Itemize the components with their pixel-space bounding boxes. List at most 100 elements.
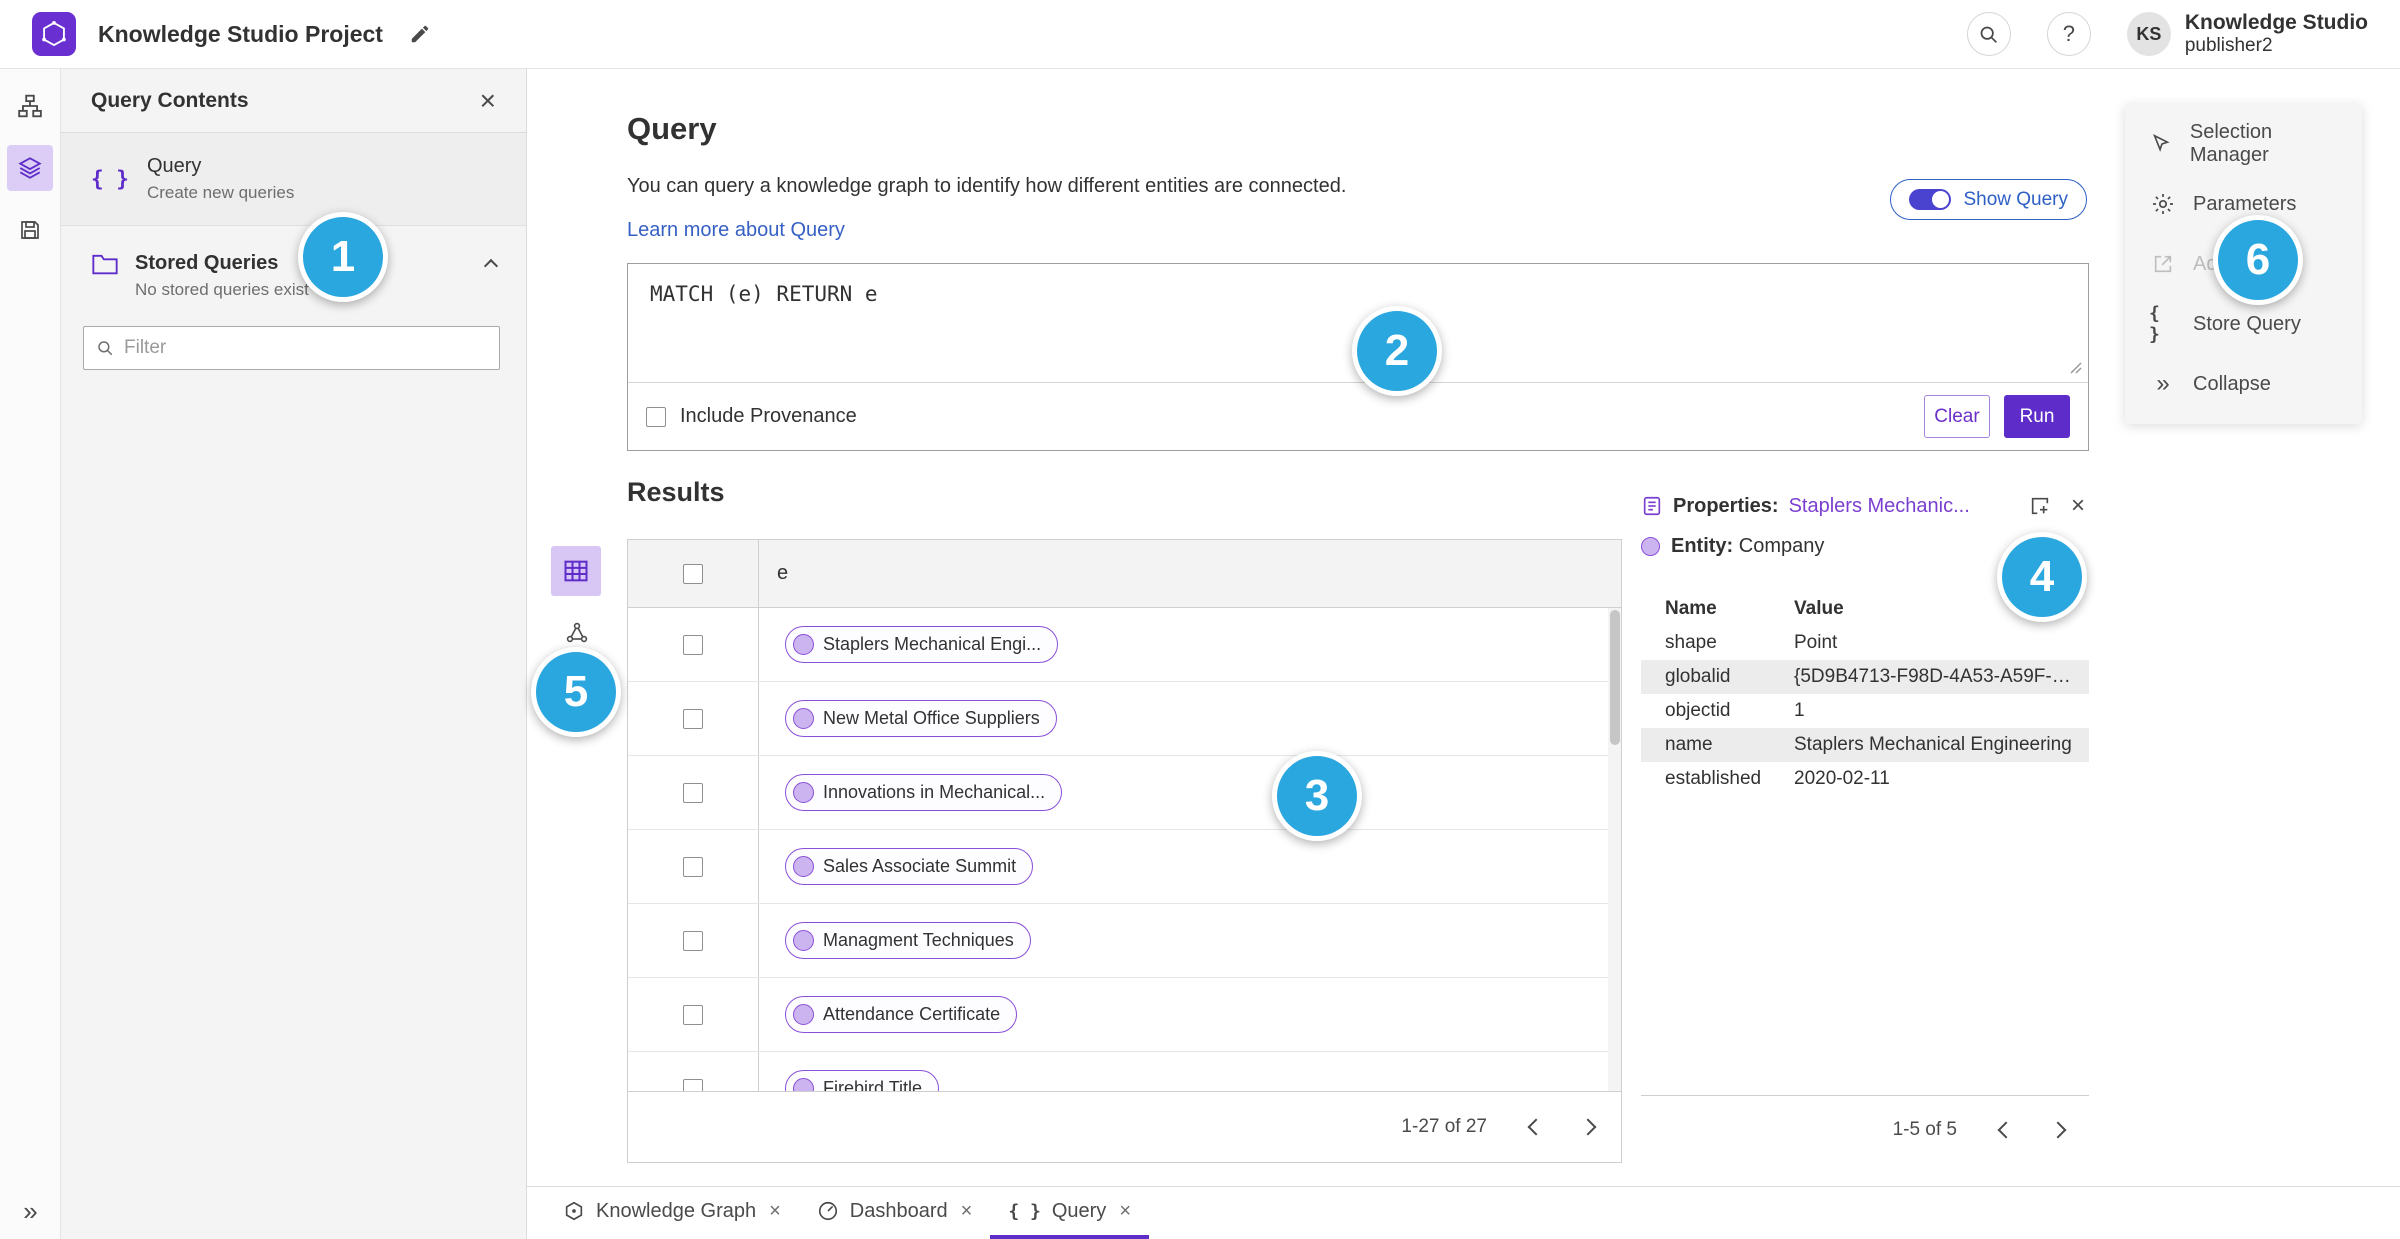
include-provenance-checkbox[interactable] <box>646 406 666 427</box>
add-to-selection-button[interactable] <box>2029 495 2051 517</box>
query-code-input[interactable]: MATCH (e) RETURN e <box>650 282 878 306</box>
tab-close-icon[interactable]: × <box>1119 1200 1131 1223</box>
select-all-checkbox[interactable] <box>683 563 703 584</box>
page-title: Query <box>627 111 717 146</box>
toggle-switch[interactable] <box>1909 189 1952 210</box>
help-button[interactable]: ? <box>2046 12 2091 56</box>
query-controls: Include Provenance Clear Run <box>628 382 2088 450</box>
braces-icon: { } <box>2149 303 2160 345</box>
properties-header: Properties: Staplers Mechanic... × <box>1641 490 2089 522</box>
results-rows: Staplers Mechanical Engi... New Metal Of… <box>628 608 1621 1091</box>
bottom-tab-bar: Knowledge Graph × Dashboard × { } Query … <box>527 1186 2400 1239</box>
search-button[interactable] <box>1966 12 2011 56</box>
filter-input[interactable] <box>124 337 487 359</box>
action-label: Store Query <box>2193 312 2301 335</box>
table-view-button[interactable] <box>551 546 601 596</box>
query-contents-rail-button[interactable] <box>7 145 53 191</box>
tab-close-icon[interactable]: × <box>961 1200 973 1223</box>
expand-rail-button[interactable]: » <box>0 1196 61 1227</box>
entity-dot-icon <box>793 856 814 877</box>
top-bar: Knowledge Studio Project ? KS Knowledge … <box>0 0 2400 69</box>
edit-title-icon[interactable] <box>409 23 431 45</box>
chevron-right-icon <box>1579 1118 1597 1136</box>
entity-pill[interactable]: Innovations in Mechanical... <box>785 774 1063 811</box>
table-row: Firebird Title <box>628 1052 1621 1091</box>
next-page-button[interactable] <box>2037 1109 2079 1151</box>
selected-entity-link[interactable]: Staplers Mechanic... <box>1789 495 1970 518</box>
row-checkbox[interactable] <box>683 708 703 729</box>
selection-manager-item[interactable]: Selection Manager <box>2125 114 2362 174</box>
callout-badge-2: 2 <box>1352 306 1442 396</box>
properties-close-icon[interactable]: × <box>2071 494 2085 518</box>
project-title: Knowledge Studio Project <box>98 20 383 47</box>
sidebar-item-query[interactable]: { } Query Create new queries <box>61 133 526 226</box>
entity-pill[interactable]: New Metal Office Suppliers <box>785 700 1057 737</box>
data-model-rail-button[interactable] <box>7 83 53 129</box>
property-value: Staplers Mechanical Engineering <box>1794 734 2072 755</box>
query-description: You can query a knowledge graph to ident… <box>627 175 1347 197</box>
row-checkbox[interactable] <box>683 856 703 877</box>
avatar[interactable]: KS <box>2126 12 2171 56</box>
app-logo-icon[interactable] <box>32 12 76 56</box>
row-checkbox[interactable] <box>683 782 703 803</box>
entity-type: Entity: Company <box>1671 535 1825 557</box>
entity-pill[interactable]: Managment Techniques <box>785 922 1031 959</box>
results-pagination: 1-27 of 27 <box>628 1091 1621 1162</box>
store-query-item[interactable]: { } Store Query <box>2125 294 2362 354</box>
scrollbar-thumb[interactable] <box>1610 610 1620 745</box>
entity-dot-icon <box>793 930 814 951</box>
entity-pill[interactable]: Sales Associate Summit <box>785 848 1034 885</box>
tab-close-icon[interactable]: × <box>769 1200 781 1223</box>
properties-table: Name Value shape Point globalid {5D9B471… <box>1641 592 2089 796</box>
table-icon <box>564 560 588 582</box>
stored-queries-subtitle: No stored queries exist <box>135 280 309 299</box>
row-checkbox[interactable] <box>683 1078 703 1091</box>
row-checkbox[interactable] <box>683 1004 703 1025</box>
knowledge-graph-icon <box>565 1201 583 1221</box>
include-provenance-label: Include Provenance <box>680 405 857 427</box>
chevron-left-icon <box>1997 1121 2015 1138</box>
results-scrollbar <box>1608 608 1621 1091</box>
results-table-header: e <box>628 540 1621 608</box>
previous-page-button[interactable] <box>1515 1106 1557 1148</box>
panel-close-icon[interactable]: × <box>480 86 496 115</box>
row-checkbox[interactable] <box>683 930 703 951</box>
collapse-section-button[interactable] <box>483 252 499 276</box>
row-checkbox-cell <box>628 904 759 977</box>
entity-label: Attendance Certificate <box>823 1004 1001 1024</box>
save-rail-button[interactable] <box>7 207 53 253</box>
chevron-left-icon <box>1527 1118 1545 1136</box>
entity-pill[interactable]: Firebird Title <box>785 1070 940 1091</box>
property-row: objectid 1 <box>1641 694 2089 728</box>
clear-button[interactable]: Clear <box>1924 395 1990 438</box>
tab-query[interactable]: { } Query × <box>990 1187 1149 1239</box>
tab-dashboard[interactable]: Dashboard × <box>799 1187 991 1239</box>
results-range: 1-27 of 27 <box>1401 1116 1487 1137</box>
entity-pill[interactable]: Attendance Certificate <box>785 996 1018 1033</box>
entity-dot-icon <box>793 782 814 803</box>
name-column-header: Name <box>1665 598 1717 619</box>
results-title: Results <box>627 477 725 507</box>
tab-knowledge-graph[interactable]: Knowledge Graph × <box>545 1187 799 1239</box>
collapse-item[interactable]: » Collapse <box>2125 354 2362 414</box>
search-icon <box>1980 26 1998 43</box>
next-page-button[interactable] <box>1567 1106 1609 1148</box>
action-label: Selection Manager <box>2189 121 2273 166</box>
question-icon: ? <box>2062 21 2075 46</box>
callout-badge-1: 1 <box>298 212 388 302</box>
tab-label: Knowledge Graph <box>596 1199 757 1222</box>
show-query-toggle[interactable]: Show Query <box>1890 179 2087 220</box>
table-row: Sales Associate Summit <box>628 830 1621 904</box>
previous-page-button[interactable] <box>1985 1109 2027 1151</box>
learn-more-link[interactable]: Learn more about Query <box>627 219 845 242</box>
run-button[interactable]: Run <box>2004 395 2070 438</box>
main-area: Query You can query a knowledge graph to… <box>527 69 2400 1186</box>
property-row: established 2020-02-11 <box>1641 762 2089 796</box>
row-checkbox-cell <box>628 682 759 755</box>
entity-pill[interactable]: Staplers Mechanical Engi... <box>785 626 1059 663</box>
stored-queries-section[interactable]: Stored Queries No stored queries exist <box>61 226 526 300</box>
chevron-up-icon <box>483 258 499 274</box>
graph-view-button[interactable] <box>563 619 591 647</box>
resize-grip-icon[interactable] <box>2068 360 2084 381</box>
row-checkbox[interactable] <box>683 634 703 655</box>
